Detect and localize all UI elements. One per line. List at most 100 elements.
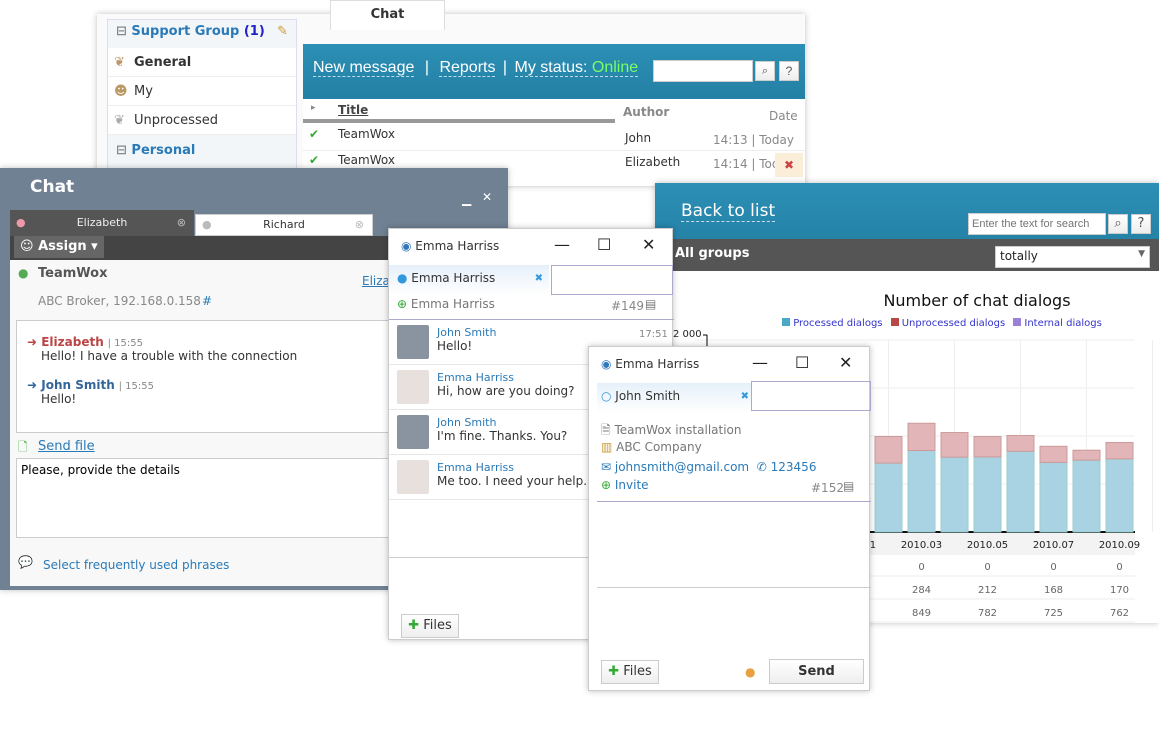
divider xyxy=(597,501,871,502)
table-cell: 0 xyxy=(918,562,924,573)
chat-popup-window: ◉ Emma Harriss — ☐ ✕ ○ John Smith ✖ 🗎 TeamW… xyxy=(588,346,871,691)
chat-bubble-icon: ● xyxy=(16,216,26,229)
pencil-icon[interactable]: ✎ xyxy=(277,24,288,39)
sidebar-item-general[interactable]: ❦ General xyxy=(108,48,296,77)
tab-john-smith[interactable]: ○ John Smith ✖ xyxy=(597,383,751,413)
client-info: ABC Broker, 192.168.0.158 xyxy=(38,294,201,308)
files-button[interactable]: ✚ Files xyxy=(601,660,659,684)
status-label: My status: xyxy=(514,59,588,76)
toolbar: New message | Reports | My status: Onlin… xyxy=(303,44,805,99)
sidebar-item-label: General xyxy=(134,55,192,70)
expand-icon[interactable]: ▸ xyxy=(311,103,316,113)
send-file-link[interactable]: Send file xyxy=(38,439,95,454)
row-date: 14:14 | Tod xyxy=(713,157,780,171)
close-icon[interactable]: ✕ xyxy=(839,353,852,372)
company-row: ▥ ABC Company xyxy=(601,440,702,454)
assign-label: Assign xyxy=(38,239,87,254)
window-title: Emma Harriss xyxy=(615,357,700,371)
sidebar: ⊟ Support Group (1) ✎ ❦ General ☻ My ❦ Unpro… xyxy=(107,19,297,179)
bar-unprocessed-dialogs xyxy=(907,422,936,451)
bar-unprocessed-dialogs xyxy=(1105,442,1134,460)
bar-unprocessed-dialogs xyxy=(1006,435,1035,452)
assign-icon: ☺ xyxy=(20,239,39,254)
chat-list-window: Chat ⊟ Support Group (1) ✎ ❦ General ☻ My ❦… xyxy=(97,0,805,186)
close-icon[interactable]: ✕ xyxy=(642,235,655,254)
maximize-icon[interactable]: ☐ xyxy=(597,235,611,254)
assign-button[interactable]: ☺ Assign ▾ xyxy=(14,236,104,258)
tab-label: Richard xyxy=(263,218,305,231)
status-link[interactable]: My status: Online xyxy=(514,59,639,77)
bar-unprocessed-dialogs xyxy=(940,432,969,458)
sidebar-item-my[interactable]: ☻ My xyxy=(108,77,296,106)
sidebar-item-label: Unprocessed xyxy=(134,113,218,128)
user-icon: ☻ xyxy=(114,84,128,99)
bar-processed-dialogs xyxy=(1105,458,1134,533)
x-tick-label: 2010.03 xyxy=(901,540,942,551)
x-tick-label: 2010.05 xyxy=(967,540,1008,551)
close-icon[interactable]: ✕ xyxy=(482,190,492,204)
avatar xyxy=(397,325,429,359)
tab-richard[interactable]: ● Richard ⊗ xyxy=(195,214,373,236)
table-cell: 849 xyxy=(912,608,931,619)
operator-link[interactable]: Eliza xyxy=(362,274,390,288)
phrases-link[interactable]: Select frequently used phrases xyxy=(43,558,229,572)
avatar xyxy=(397,415,429,449)
window-title: Chat xyxy=(30,177,75,197)
tab-label: Emma Harriss xyxy=(411,271,496,285)
minimize-icon[interactable]: — xyxy=(554,235,570,254)
permalink[interactable]: # xyxy=(202,294,212,308)
add-icon[interactable]: ⊕ xyxy=(397,297,411,311)
chat-bubble-icon: ● xyxy=(18,266,29,280)
table-row[interactable]: ✔ TeamWox John 14:13 | Today xyxy=(303,123,805,151)
tab-elizabeth[interactable]: ● Elizabeth ⊗ xyxy=(10,210,194,236)
tab-emma[interactable]: ● Emma Harriss ✖ xyxy=(389,265,549,295)
phrases-icon: 💬 xyxy=(18,555,33,569)
maximize-icon[interactable]: ☐ xyxy=(795,353,809,372)
invite-row[interactable]: ⊕ Invite xyxy=(601,478,649,492)
close-tab-icon[interactable]: ✖ xyxy=(741,391,749,402)
minimize-icon[interactable]: — xyxy=(752,353,768,372)
subject: TeamWox installation xyxy=(614,423,742,437)
phone-icon: ✆ xyxy=(756,460,771,474)
status-value: Online xyxy=(591,59,639,76)
column-title[interactable]: Title xyxy=(338,103,368,117)
author: ➜ Elizabeth xyxy=(27,335,104,349)
files-button[interactable]: ✚ Files xyxy=(401,614,459,638)
reports-link[interactable]: Reports xyxy=(439,59,496,77)
tab-chat[interactable]: Chat xyxy=(330,0,445,30)
close-tab-icon[interactable]: ⊗ xyxy=(177,210,186,236)
bar-processed-dialogs xyxy=(874,462,903,533)
column-date[interactable]: Date xyxy=(769,109,798,123)
email-link[interactable]: johnsmith@gmail.com xyxy=(615,460,749,474)
details-icon[interactable]: ▤ xyxy=(843,479,854,493)
group-label: Support Group xyxy=(131,24,240,39)
bar-processed-dialogs xyxy=(1039,461,1068,533)
tab-label: John Smith xyxy=(615,389,681,403)
row-title: TeamWox xyxy=(338,127,395,141)
title-bar: ◉ Emma Harriss — ☐ ✕ xyxy=(389,229,672,265)
tab-empty xyxy=(751,381,871,411)
sidebar-item-unprocessed[interactable]: ❦ Unprocessed xyxy=(108,106,296,135)
group-support[interactable]: ⊟ Support Group (1) ✎ xyxy=(108,20,296,48)
send-button[interactable]: Send xyxy=(769,659,864,684)
phrases-icon[interactable]: ● xyxy=(745,665,755,679)
message: ➜ John Smith | 15:55 Hello! xyxy=(27,378,154,406)
files-label: Files xyxy=(623,664,652,679)
close-tab-icon[interactable]: ✖ xyxy=(535,273,543,284)
column-author[interactable]: Author xyxy=(623,105,669,119)
details-icon[interactable]: ▤ xyxy=(645,297,656,311)
document-icon: 🗎 xyxy=(601,423,615,437)
close-icon[interactable]: ✖ xyxy=(775,153,803,177)
search-button[interactable]: ⌕ xyxy=(755,61,775,81)
minimize-icon[interactable]: ▁ xyxy=(462,192,471,206)
help-button[interactable]: ? xyxy=(779,61,799,81)
table-cell: 212 xyxy=(978,585,997,596)
table-cell: 0 xyxy=(1116,562,1122,573)
close-tab-icon[interactable]: ⊗ xyxy=(355,215,364,235)
time: 15:55 xyxy=(114,338,143,349)
subject-row: 🗎 TeamWox installation xyxy=(601,421,742,442)
group-personal[interactable]: ⊟ Personal xyxy=(108,135,296,163)
search-input[interactable] xyxy=(653,60,753,82)
new-message-link[interactable]: New message xyxy=(313,59,415,77)
separator: | xyxy=(502,59,508,76)
